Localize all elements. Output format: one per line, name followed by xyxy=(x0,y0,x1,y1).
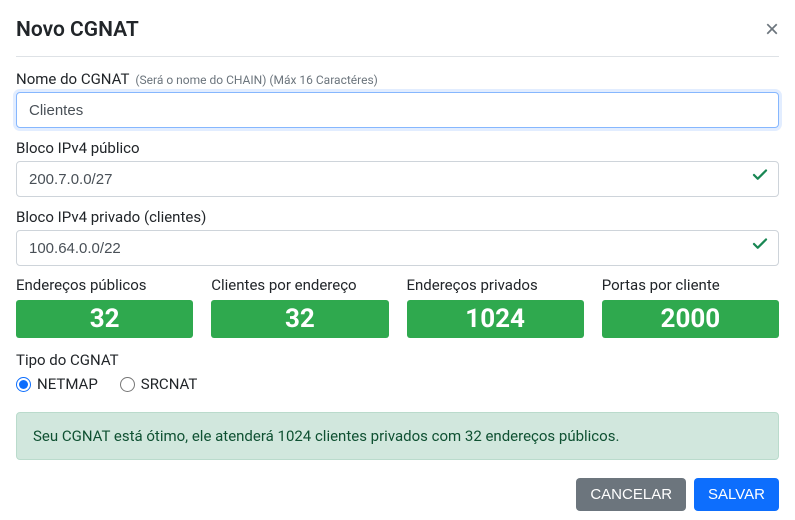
stat-value: 32 xyxy=(16,300,193,338)
radio-netmap[interactable]: NETMAP xyxy=(16,375,98,393)
name-hint: (Será o nome do CHAIN) (Máx 16 Caractére… xyxy=(135,73,377,87)
radio-netmap-input[interactable] xyxy=(16,377,31,392)
radio-srcnat-input[interactable] xyxy=(120,377,135,392)
stat-clients-per-address: Clientes por endereço 32 xyxy=(211,276,388,338)
stat-label: Clientes por endereço xyxy=(211,276,388,294)
form-group-name: Nome do CGNAT (Será o nome do CHAIN) (Má… xyxy=(16,69,779,128)
name-label: Nome do CGNAT xyxy=(16,70,129,88)
radio-netmap-label: NETMAP xyxy=(37,375,98,393)
type-label: Tipo do CGNAT xyxy=(16,351,119,369)
form-group-type: Tipo do CGNAT NETMAP SRCNAT xyxy=(16,350,779,396)
modal-header: Novo CGNAT × xyxy=(16,18,779,57)
stat-value: 2000 xyxy=(602,300,779,338)
save-button[interactable]: SALVAR xyxy=(694,478,779,511)
stat-public-addresses: Endereços públicos 32 xyxy=(16,276,193,338)
radio-srcnat-label: SRCNAT xyxy=(141,375,198,393)
stat-label: Portas por cliente xyxy=(602,276,779,294)
stat-value: 32 xyxy=(211,300,388,338)
public-block-input[interactable] xyxy=(16,161,779,197)
close-button[interactable]: × xyxy=(765,18,779,42)
private-block-label: Bloco IPv4 privado (clientes) xyxy=(16,208,206,226)
name-input[interactable] xyxy=(16,92,779,128)
alert-success: Seu CGNAT está ótimo, ele atenderá 1024 … xyxy=(16,412,779,460)
form-group-public-block: Bloco IPv4 público xyxy=(16,138,779,197)
modal-title: Novo CGNAT xyxy=(16,18,139,42)
close-icon: × xyxy=(765,16,779,43)
cancel-button[interactable]: CANCELAR xyxy=(576,478,686,511)
stat-label: Endereços privados xyxy=(407,276,584,294)
public-block-label: Bloco IPv4 público xyxy=(16,139,140,157)
stat-private-addresses: Endereços privados 1024 xyxy=(407,276,584,338)
stat-ports-per-client: Portas por cliente 2000 xyxy=(602,276,779,338)
private-block-wrapper xyxy=(16,226,779,266)
stat-value: 1024 xyxy=(407,300,584,338)
private-block-input[interactable] xyxy=(16,230,779,266)
radio-group-type: NETMAP SRCNAT xyxy=(16,375,779,396)
modal-footer: CANCELAR SALVAR xyxy=(16,478,779,511)
form-group-private-block: Bloco IPv4 privado (clientes) xyxy=(16,207,779,266)
public-block-wrapper xyxy=(16,157,779,197)
radio-srcnat[interactable]: SRCNAT xyxy=(120,375,198,393)
stat-label: Endereços públicos xyxy=(16,276,193,294)
stats-row: Endereços públicos 32 Clientes por ender… xyxy=(16,276,779,338)
